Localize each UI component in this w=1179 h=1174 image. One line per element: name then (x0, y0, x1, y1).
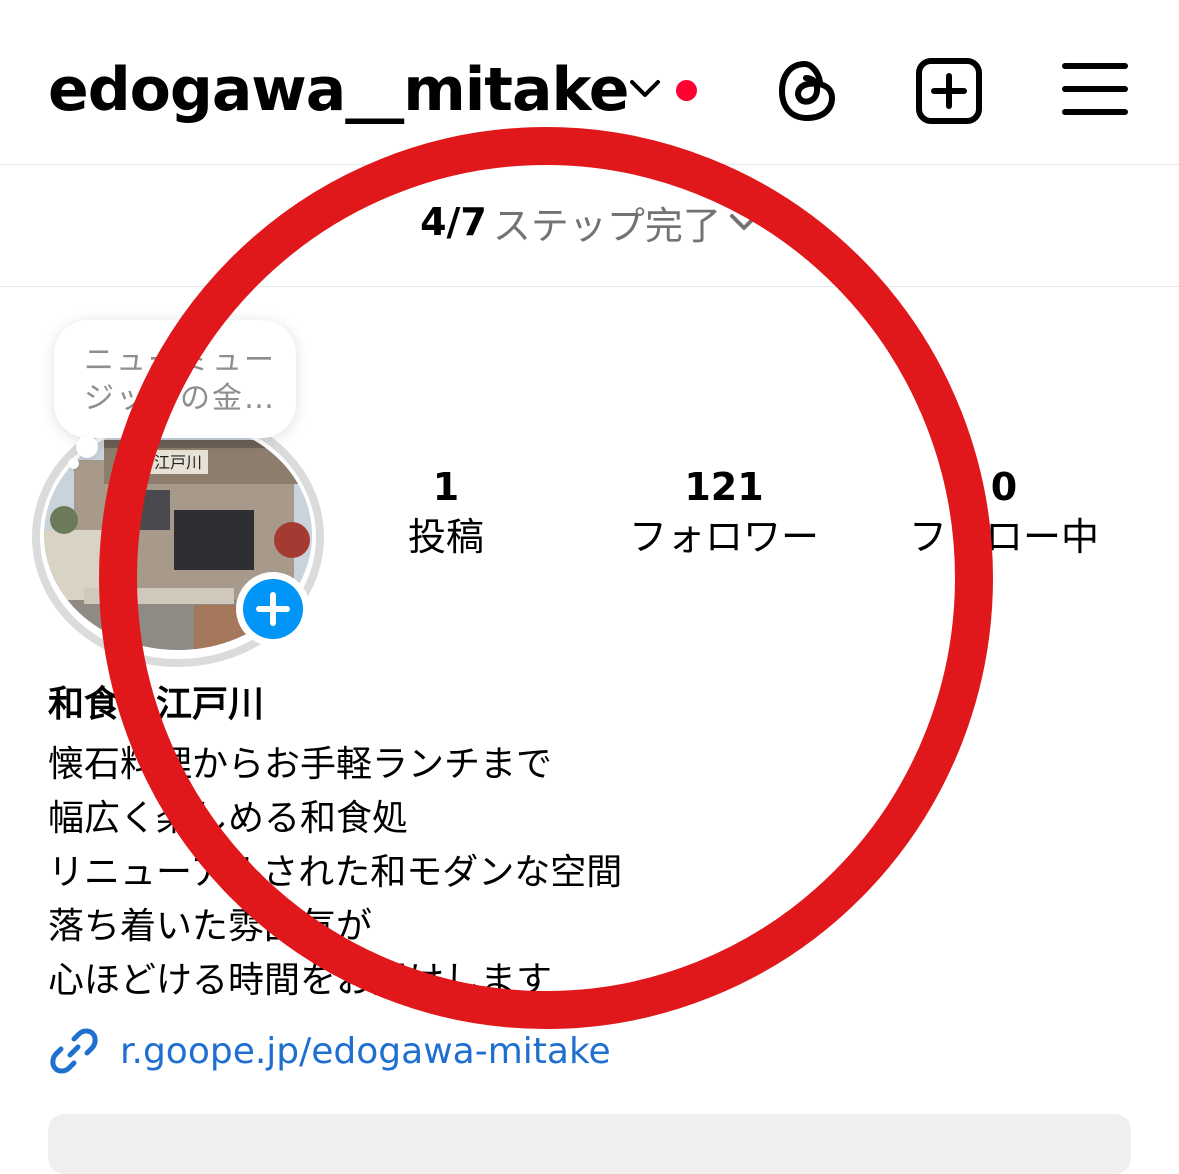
steps-divider (0, 286, 1179, 287)
link-icon (50, 1028, 98, 1074)
profile-link-text[interactable]: r.goope.jp/edogawa-mitake (120, 1031, 611, 1072)
bio-line: 懐石料理からお手軽ランチまで (48, 744, 553, 785)
stat-posts[interactable]: 1 投稿 (386, 462, 506, 562)
avatar-sign: 江戸川 (154, 453, 202, 472)
profile-action-button[interactable] (48, 1114, 1131, 1174)
stat-following-label: フォロー中 (908, 515, 1099, 559)
add-story-button[interactable] (236, 572, 310, 646)
stat-followers[interactable]: 121 フォロワー (614, 462, 834, 562)
steps-progress[interactable]: 4/7 ステップ完了 (0, 196, 1179, 248)
notification-dot (676, 80, 697, 101)
menu-icon[interactable] (1060, 56, 1130, 126)
stat-posts-count: 1 (432, 465, 460, 509)
bio-line: リニューアルされた和モダンな空間 (48, 852, 623, 893)
display-name: 和食 江戸川 (48, 684, 265, 725)
bio-line: 幅広く楽しめる和食処 (48, 798, 409, 839)
stat-followers-count: 121 (684, 465, 764, 509)
bio-line: 心ほどける時間をお届けします (48, 960, 553, 1001)
username-title[interactable]: edogawa__mitake (48, 54, 629, 126)
stat-following-count: 0 (990, 465, 1018, 509)
threads-icon[interactable] (772, 56, 842, 126)
new-post-icon[interactable] (914, 56, 984, 126)
note-bubble-tail (76, 436, 98, 458)
chevron-down-icon (729, 214, 758, 230)
plus-icon (256, 592, 290, 626)
steps-label: ステップ完了 (492, 203, 721, 248)
header-divider (0, 164, 1179, 165)
bio: 懐石料理からお手軽ランチまで 幅広く楽しめる和食処 リニューアルされた和モダンな… (48, 738, 622, 1008)
chevron-down-icon[interactable] (628, 76, 662, 102)
profile-link[interactable]: r.goope.jp/edogawa-mitake (48, 1024, 611, 1078)
stat-following[interactable]: 0 フォロー中 (894, 462, 1114, 562)
note-text: ニューミュー ジックの金… (84, 343, 276, 416)
stat-followers-label: フォロワー (628, 515, 819, 559)
note-bubble-tail (68, 458, 79, 469)
bio-line: 落ち着いた雰囲気が (48, 906, 373, 947)
stat-posts-label: 投稿 (407, 515, 484, 559)
steps-count: 4/7 (420, 200, 487, 244)
